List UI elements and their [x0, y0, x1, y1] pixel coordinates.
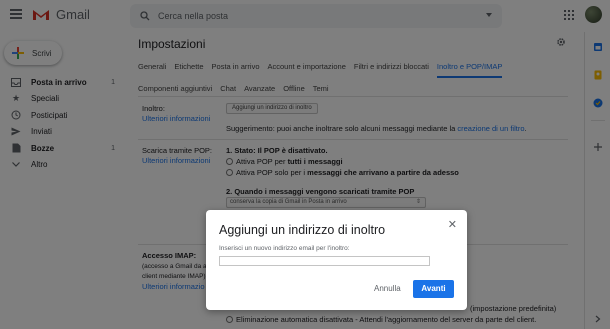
cancel-button[interactable]: Annulla: [368, 280, 407, 298]
next-button[interactable]: Avanti: [413, 280, 454, 298]
dialog-field-label: Inserisci un nuovo indirizzo email per l…: [219, 245, 350, 252]
add-forwarding-dialog: Aggiungi un indirizzo di inoltro ✕ Inser…: [206, 210, 467, 310]
forwarding-email-input[interactable]: [219, 256, 430, 266]
close-icon[interactable]: ✕: [448, 218, 457, 231]
dialog-title: Aggiungi un indirizzo di inoltro: [219, 223, 386, 237]
